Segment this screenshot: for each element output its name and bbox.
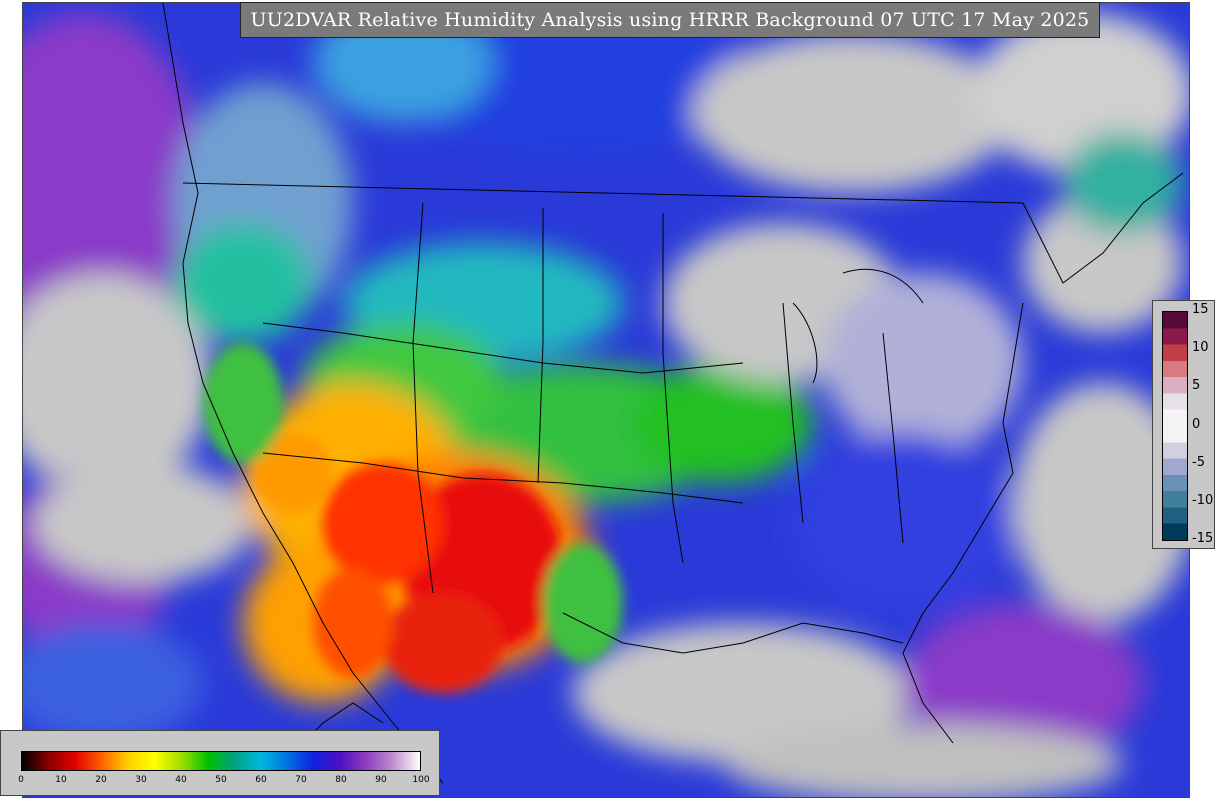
rh-label: 100 — [412, 775, 430, 785]
map-canvas — [23, 3, 1189, 797]
rh-label: 40 — [175, 775, 187, 785]
rh-label: 70 — [295, 775, 307, 785]
rh-legend: 0 10 20 30 40 50 60 70 80 90 100 — [0, 730, 440, 796]
increment-legend: 15 10 5 0 -5 -10 -15 — [1152, 300, 1215, 549]
increment-label: 10 — [1192, 340, 1209, 355]
increment-label: -5 — [1192, 455, 1205, 470]
rh-label: 20 — [95, 775, 107, 785]
rh-label: 80 — [335, 775, 347, 785]
increment-label: -15 — [1192, 531, 1214, 546]
map-title-box: UU2DVAR Relative Humidity Analysis using… — [240, 2, 1100, 38]
rh-label: 50 — [215, 775, 227, 785]
increment-label: 0 — [1192, 417, 1201, 432]
humidity-map — [22, 2, 1190, 798]
rh-label: 0 — [18, 775, 24, 785]
rh-colorbar — [21, 751, 421, 771]
rh-label: 90 — [375, 775, 387, 785]
rh-label: 60 — [255, 775, 267, 785]
increment-label: -10 — [1192, 493, 1214, 508]
rh-label: 10 — [55, 775, 67, 785]
increment-colorbar — [1162, 311, 1188, 541]
increment-label: 5 — [1192, 378, 1201, 393]
rh-label: 30 — [135, 775, 147, 785]
increment-label: 15 — [1192, 302, 1209, 317]
map-title: UU2DVAR Relative Humidity Analysis using… — [250, 9, 1090, 31]
